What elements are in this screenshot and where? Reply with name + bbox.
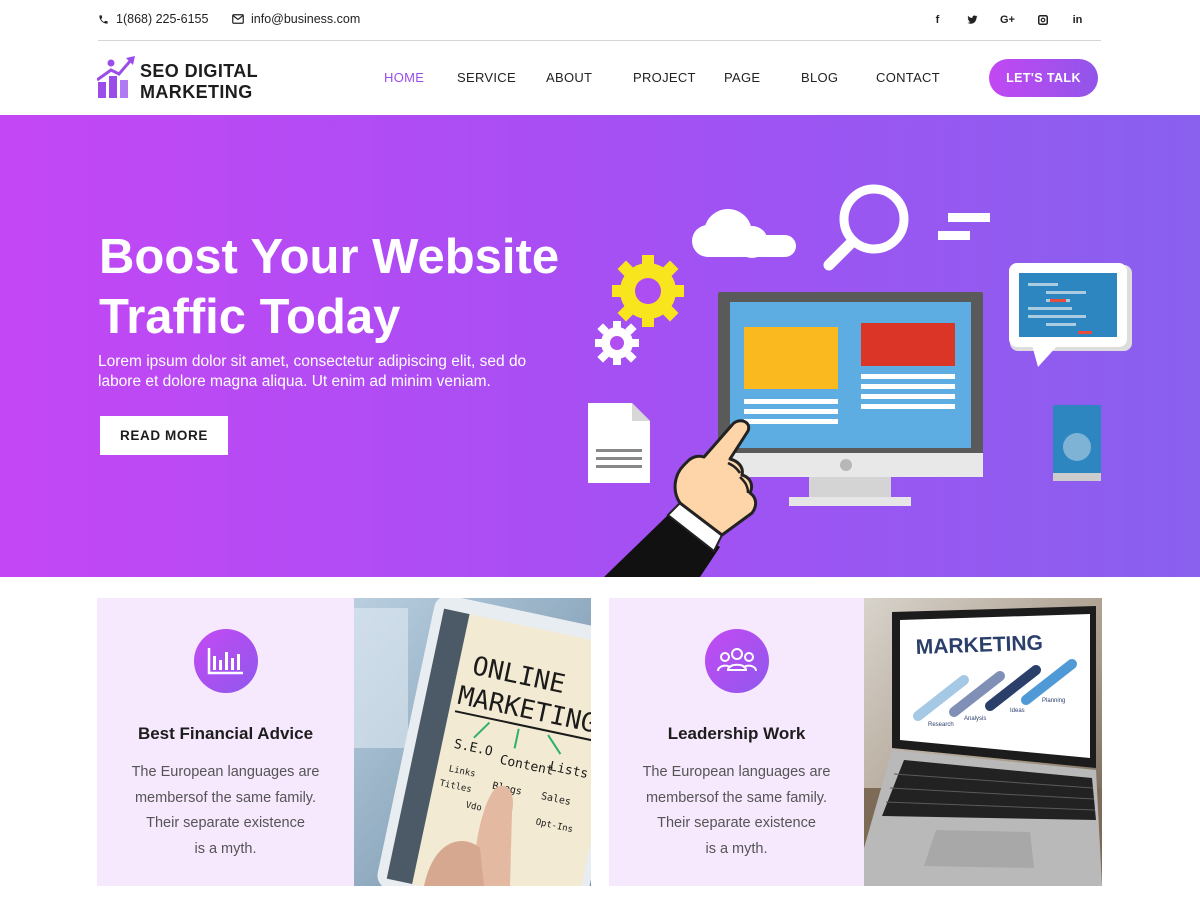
text-lines-icon — [938, 213, 990, 240]
feature-description: The European languages are membersof the… — [629, 760, 844, 862]
nav-project[interactable]: PROJECT — [633, 70, 696, 85]
hero-subtitle-line-1: Lorem ipsum dolor sit amet, consectetur … — [98, 353, 527, 370]
lets-talk-button[interactable]: LET'S TALK — [989, 59, 1098, 97]
laptop-label: Planning — [1042, 698, 1065, 704]
feature-line: is a myth. — [705, 840, 768, 857]
online-marketing-photo: ONLINE MARKETING S.E.O Content Lists Lin… — [354, 598, 591, 886]
nav-about[interactable]: ABOUT — [546, 70, 592, 85]
linkedin-icon[interactable]: in — [1060, 12, 1095, 28]
instagram-icon[interactable] — [1025, 12, 1060, 28]
feature-card-financial[interactable]: Best Financial Advice The European langu… — [97, 598, 354, 886]
hero-subtitle-line-2: labore et dolore magna aliqua. Ut enim a… — [98, 373, 491, 390]
nav-home[interactable]: HOME — [384, 70, 424, 85]
logo-mark-icon — [97, 56, 135, 98]
nav-service[interactable]: SERVICE — [457, 70, 516, 85]
site-header: SEO DIGITAL MARKETING HOME SERVICE ABOUT… — [0, 42, 1200, 114]
team-icon — [716, 648, 757, 672]
document-icon — [588, 403, 650, 483]
computer-monitor-icon — [718, 292, 983, 506]
laptop-label: Research — [928, 722, 954, 728]
feature-line: membersof the same family. — [645, 789, 828, 806]
feature-line: Their separate existence — [146, 815, 305, 831]
cloud-icon — [692, 209, 796, 258]
logo-line-2: MARKETING — [140, 82, 253, 102]
marketing-laptop-photo: MARKETING Research Analysis Ideas Planni… — [864, 598, 1102, 886]
magnifier-icon — [823, 184, 909, 271]
feature-card-leadership[interactable]: Leadership Work The European languages a… — [609, 598, 864, 886]
feature-line: Their separate existence — [657, 815, 816, 831]
email-address: info@business.com — [251, 12, 361, 26]
bar-chart-icon — [207, 648, 243, 675]
nav-page[interactable]: PAGE — [724, 70, 760, 85]
nav-blog[interactable]: BLOG — [801, 70, 838, 85]
feature-line: The European languages are — [642, 764, 831, 780]
top-bar: 1(868) 225-6155 info@business.com f G+ i… — [98, 0, 1101, 41]
google-plus-icon[interactable]: G+ — [990, 12, 1025, 28]
feature-title: Leadership Work — [667, 724, 806, 743]
read-more-button[interactable]: READ MORE — [100, 416, 228, 455]
smartphone-icon — [1053, 405, 1101, 481]
hero-illustration — [588, 184, 1132, 577]
feature-badge — [704, 629, 769, 693]
social-links: f G+ in — [920, 12, 1095, 28]
white-gear-icon — [595, 321, 639, 365]
twitter-icon[interactable] — [955, 12, 990, 28]
feature-description: The European languages are membersof the… — [117, 760, 334, 862]
yellow-gear-icon — [612, 255, 684, 327]
hero-subtitle: Lorem ipsum dolor sit amet, consectetur … — [98, 352, 568, 392]
email-contact[interactable]: info@business.com — [232, 12, 360, 26]
hero-title-line-2: Traffic Today — [99, 290, 401, 344]
code-chat-bubble-icon — [1009, 263, 1132, 367]
phone-number: 1(868) 225-6155 — [116, 12, 209, 26]
hero-title: Boost Your Website Traffic Today — [99, 227, 579, 347]
feature-badge — [193, 629, 258, 693]
laptop-label: Analysis — [964, 716, 986, 722]
hero-title-line-1: Boost Your Website — [99, 230, 560, 284]
feature-line: is a myth. — [194, 840, 257, 857]
site-logo[interactable]: SEO DIGITAL MARKETING — [97, 54, 267, 102]
laptop-label: Ideas — [1010, 708, 1025, 714]
phone-icon — [99, 14, 108, 24]
nav-contact[interactable]: CONTACT — [876, 70, 940, 85]
mail-icon — [232, 14, 244, 24]
feature-title: Best Financial Advice — [137, 724, 314, 743]
hero-banner: Boost Your Website Traffic Today Lorem i… — [0, 115, 1200, 577]
logo-line-1: SEO DIGITAL — [140, 61, 259, 81]
feature-line: The European languages are — [131, 764, 320, 780]
feature-line: membersof the same family. — [134, 789, 317, 806]
laptop-screen-title: MARKETING — [915, 632, 1043, 659]
facebook-icon[interactable]: f — [920, 12, 955, 28]
phone-contact[interactable]: 1(868) 225-6155 — [98, 12, 208, 26]
